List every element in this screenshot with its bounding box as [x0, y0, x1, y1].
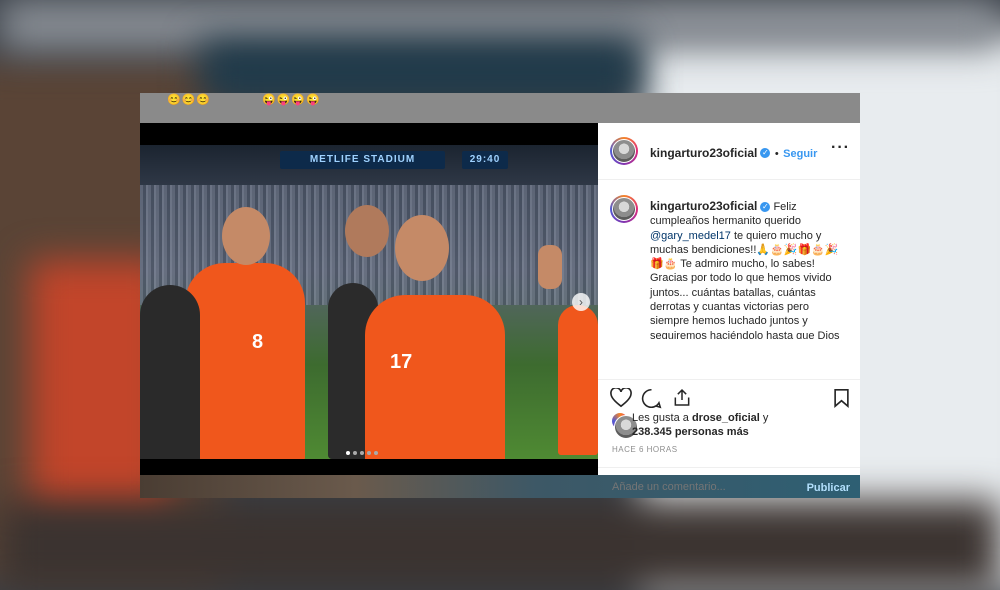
player-left: [185, 263, 305, 459]
post-sidebar: kingarturo23oficial ✓ • Seguir ··· kingar…: [598, 123, 860, 494]
publish-button[interactable]: Publicar: [807, 482, 850, 494]
scoreboard-screen: 29:40: [462, 151, 508, 169]
emoji-row-left: 😊😊😊: [167, 94, 212, 106]
caption-text-2: te quiero mucho y muchas bendiciones!!🙏🎂…: [650, 229, 840, 342]
liker-link[interactable]: drose_oficial: [692, 412, 760, 424]
stadium-screen: METLIFE STADIUM: [280, 151, 445, 169]
more-horizontal-icon[interactable]: ···: [831, 139, 850, 157]
carousel-dot: [359, 451, 364, 455]
carousel-dot: [373, 451, 378, 455]
carousel-dot: [345, 451, 350, 455]
instagram-post-window: 😊😊😊 😜😜😜😜 METLIFE STADIUM 29:40 8 17 › ki…: [140, 93, 860, 498]
avatar[interactable]: [610, 137, 638, 165]
camera-operator: [140, 285, 200, 459]
share-icon[interactable]: [672, 387, 692, 408]
post-caption: kingarturo23oficial ✓ Feliz cumpleaños he…: [650, 199, 850, 343]
heart-icon[interactable]: [610, 388, 632, 408]
likes-prefix: Les gusta a: [632, 412, 689, 424]
jersey-number-right: 17: [390, 351, 413, 373]
post-photo[interactable]: METLIFE STADIUM 29:40 8 17 ›: [140, 145, 598, 459]
post-timestamp[interactable]: HACE 6 HORAS: [612, 445, 678, 454]
verified-badge-icon: ✓: [760, 202, 771, 213]
jersey-number-left: 8: [252, 331, 264, 353]
likes-and: y: [762, 412, 769, 424]
bookmark-icon[interactable]: [833, 388, 850, 408]
likes-count-link[interactable]: 238.345 personas más: [632, 426, 749, 438]
username-link[interactable]: kingarturo23oficial: [650, 146, 757, 160]
photo-top-band: [140, 123, 598, 145]
comment-box: Publicar: [598, 467, 860, 498]
post-header: kingarturo23oficial ✓ • Seguir ···: [598, 123, 860, 180]
header-user: kingarturo23oficial ✓ • Seguir: [650, 144, 817, 162]
player-left-head: [222, 207, 270, 265]
background-player: [558, 305, 598, 455]
comment-input[interactable]: [610, 480, 794, 494]
comment-icon[interactable]: [641, 388, 662, 409]
caption-avatar[interactable]: [610, 195, 638, 223]
staff-head: [345, 205, 389, 257]
caption-username-link[interactable]: kingarturo23oficial: [650, 199, 757, 213]
separator-dot: •: [774, 148, 779, 160]
follow-button[interactable]: Seguir: [783, 148, 817, 160]
photo-bottom-band: [140, 459, 598, 475]
thumbs-up-hand: [538, 245, 562, 289]
next-photo-button[interactable]: ›: [572, 293, 590, 311]
top-bar: 😊😊😊 😜😜😜😜: [140, 93, 860, 123]
action-bar: [598, 379, 860, 410]
carousel-dot: [352, 451, 357, 455]
player-right-head: [395, 215, 449, 281]
player-right: [365, 295, 505, 459]
likes-summary: Les gusta a drose_oficial y 238.345 pers…: [632, 411, 768, 439]
carousel-dot: [366, 451, 371, 455]
liker-avatar: [612, 413, 638, 439]
verified-badge-icon: ✓: [760, 147, 771, 158]
carousel-dots: [344, 442, 379, 459]
emoji-row-right: 😜😜😜😜: [262, 94, 321, 106]
caption-fade: [598, 339, 860, 379]
caption-mention-link[interactable]: @gary_medel17: [650, 230, 731, 242]
